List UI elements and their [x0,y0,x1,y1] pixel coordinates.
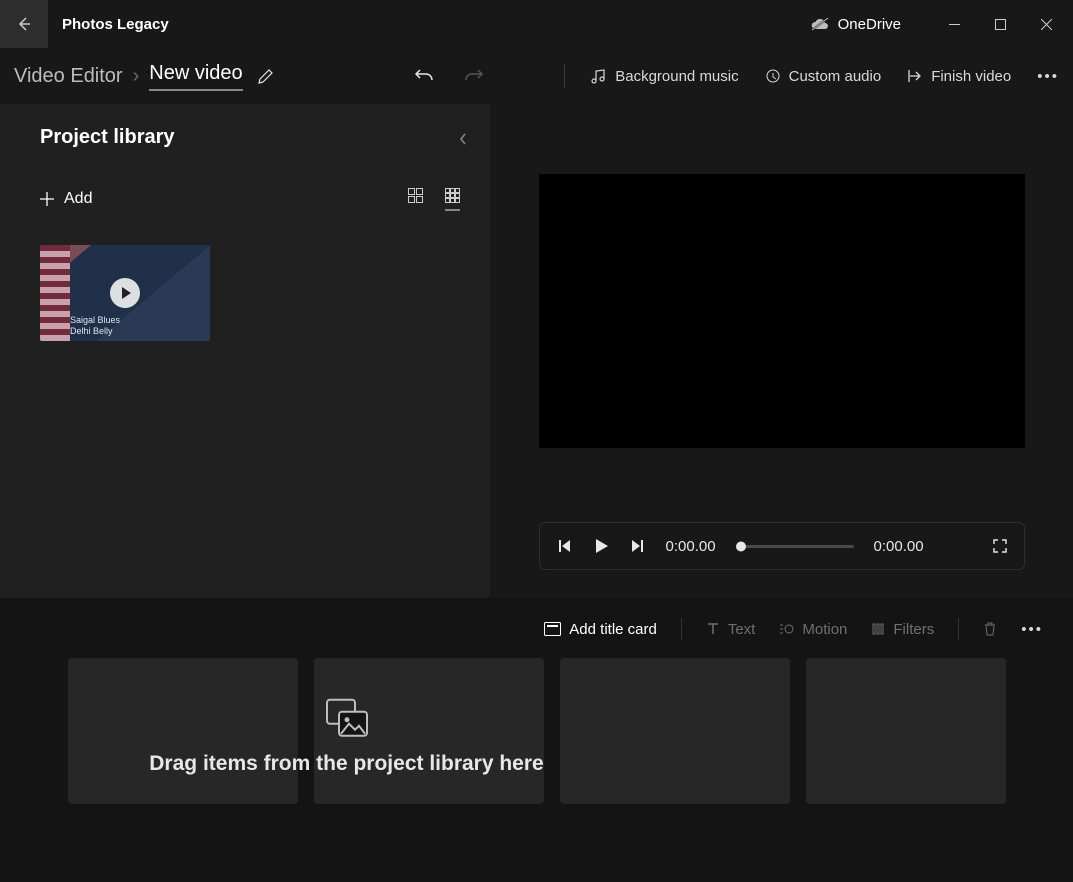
undo-icon [414,67,434,85]
play-button[interactable] [592,537,610,555]
custom-audio-label: Custom audio [789,68,882,85]
add-label: Add [64,190,92,208]
library-view-switch [408,188,460,211]
export-icon [907,68,923,84]
step-back-icon [556,538,572,554]
cloud-off-icon [810,17,830,31]
next-frame-button[interactable] [630,538,646,554]
project-library-panel: Project library Add [0,104,490,598]
divider [564,64,565,88]
playback-controls: 0:00.00 0:00.00 [539,522,1025,570]
title-card-label: Add title card [569,621,657,638]
motion-button: Motion [779,621,847,638]
app-title: Photos Legacy [62,16,169,33]
storyboard-slot[interactable] [68,658,298,804]
storyboard-toolbar: Add title card Text Motion Filters ••• [0,618,1073,658]
expand-icon [992,538,1008,554]
undo-button[interactable] [414,67,434,85]
storyboard-panel: Add title card Text Motion Filters ••• [0,598,1073,882]
minimize-icon [949,19,960,30]
small-grid-button[interactable] [445,188,460,211]
thumb-decoration [40,245,70,341]
plus-icon [40,192,54,206]
motion-icon [779,622,794,636]
background-music-button[interactable]: Background music [591,68,738,85]
storyboard-slot[interactable] [560,658,790,804]
filters-icon [871,622,885,636]
background-music-label: Background music [615,68,738,85]
finish-video-label: Finish video [931,68,1011,85]
filters-label: Filters [893,621,934,638]
history-controls [414,67,484,85]
command-bar: Video Editor › New video Background musi… [0,48,1073,104]
play-overlay-icon [110,278,140,308]
breadcrumb-current[interactable]: New video [149,62,242,91]
chevron-left-icon [458,132,468,146]
main-area: Project library Add [0,104,1073,598]
grid-small-icon [445,188,460,203]
text-label: Text [728,621,756,638]
close-button[interactable] [1023,8,1069,40]
redo-icon [464,67,484,85]
pencil-icon [257,68,274,85]
video-preview[interactable] [539,174,1025,448]
breadcrumb-parent[interactable]: Video Editor [14,65,123,88]
current-time: 0:00.00 [666,538,716,555]
library-clip[interactable]: Saigal Blues Delhi Belly [40,245,210,341]
custom-audio-button[interactable]: Custom audio [765,68,882,85]
window-buttons [931,8,1069,40]
close-icon [1041,19,1052,30]
large-grid-button[interactable] [408,188,423,211]
step-forward-icon [630,538,646,554]
chevron-right-icon: › [133,65,140,88]
total-time: 0:00.00 [874,538,924,555]
back-button[interactable] [0,0,48,48]
clip-caption-line1: Saigal Blues [70,315,120,326]
top-actions: Background music Custom audio Finish vid… [564,64,1059,88]
text-button: Text [706,621,756,638]
delete-button [983,621,997,637]
onedrive-status[interactable]: OneDrive [810,16,901,33]
finish-video-button[interactable]: Finish video [907,68,1011,85]
redo-button [464,67,484,85]
divider [681,618,682,640]
library-thumbnails: Saigal Blues Delhi Belly [40,245,460,341]
breadcrumb: Video Editor › New video [14,62,243,91]
preview-panel: 0:00.00 0:00.00 [490,104,1073,598]
minimize-button[interactable] [931,8,977,40]
storyboard-slot[interactable] [314,658,544,804]
titlebar: Photos Legacy OneDrive [0,0,1073,48]
arrow-left-icon [16,16,32,32]
grid-large-icon [408,188,423,203]
motion-label: Motion [802,621,847,638]
divider [958,618,959,640]
music-icon [591,68,607,84]
library-toolbar: Add [40,179,460,219]
fullscreen-button[interactable] [992,538,1008,554]
clip-caption: Saigal Blues Delhi Belly [70,315,120,337]
play-icon [592,537,610,555]
title-card-icon [544,622,561,636]
add-title-card-button[interactable]: Add title card [544,621,657,638]
collapse-library-button[interactable] [458,132,468,146]
filters-button: Filters [871,621,934,638]
audio-icon [765,68,781,84]
seek-bar[interactable] [736,545,854,548]
more-button[interactable]: ••• [1037,68,1059,85]
prev-frame-button[interactable] [556,538,572,554]
text-icon [706,622,720,636]
storyboard-more-button[interactable]: ••• [1021,621,1043,638]
dropzone-slots [68,658,1073,804]
storyboard-dropzone[interactable]: Drag items from the project library here [68,658,1073,828]
add-media-button[interactable]: Add [40,190,92,208]
onedrive-label: OneDrive [838,16,901,33]
clip-caption-line2: Delhi Belly [70,326,120,337]
project-library-title: Project library [40,126,460,149]
rename-button[interactable] [257,68,274,85]
trash-icon [983,621,997,637]
maximize-button[interactable] [977,8,1023,40]
storyboard-slot[interactable] [806,658,1006,804]
maximize-icon [995,19,1006,30]
